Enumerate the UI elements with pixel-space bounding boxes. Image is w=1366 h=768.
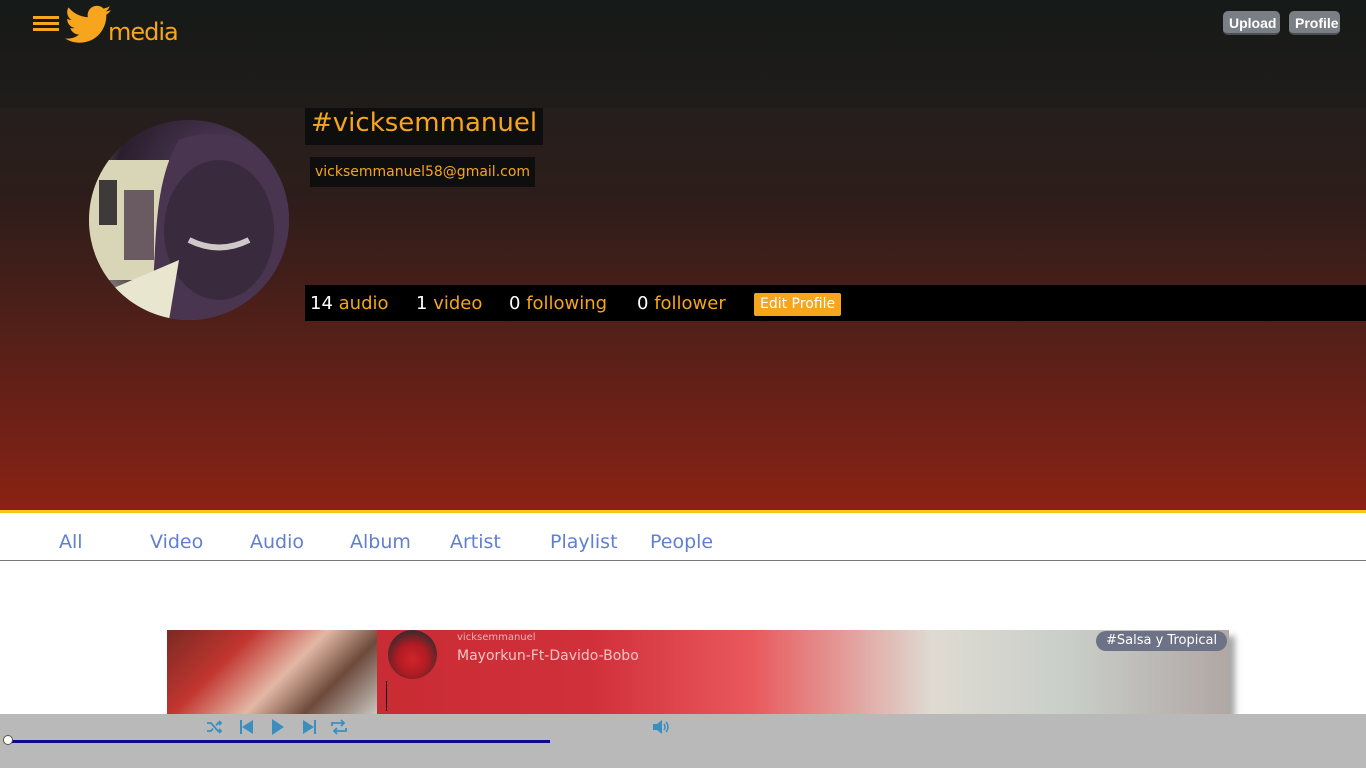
top-bar: media Upload Profile [0, 0, 1366, 108]
content-tabs: All Video Audio Album Artist Playlist Pe… [0, 510, 1366, 561]
edit-profile-button[interactable]: Edit Profile [754, 293, 842, 316]
avatar-photo [89, 133, 289, 320]
track-divider [386, 681, 387, 711]
profile-stats-bar: 14 audio 1 video 0 following 0 follower … [305, 285, 1366, 321]
progress-bar[interactable] [8, 740, 550, 743]
progress-handle[interactable] [3, 735, 13, 745]
previous-icon[interactable] [237, 718, 257, 736]
stat-following[interactable]: 0 following [509, 293, 607, 314]
stat-video[interactable]: 1 video [416, 293, 482, 314]
avatar [89, 120, 289, 320]
track-cover-image[interactable] [167, 630, 377, 714]
tab-audio[interactable]: Audio [250, 531, 304, 553]
tab-video[interactable]: Video [150, 531, 203, 553]
tab-all[interactable]: All [59, 531, 83, 553]
logo-text: media [108, 18, 179, 46]
volume-icon[interactable] [651, 718, 671, 736]
next-icon[interactable] [299, 718, 319, 736]
track-thumbnail[interactable] [388, 630, 437, 679]
stat-audio[interactable]: 14 audio [310, 293, 389, 314]
stat-video-count: 1 [416, 293, 428, 314]
stat-audio-count: 14 [310, 293, 333, 314]
track-artist[interactable]: vicksemmanuel [457, 632, 536, 643]
play-icon[interactable] [268, 718, 288, 736]
tab-people[interactable]: People [650, 531, 713, 553]
tab-artist[interactable]: Artist [450, 531, 501, 553]
app-logo[interactable]: media [64, 4, 179, 48]
audio-player [0, 714, 1366, 768]
repeat-icon[interactable] [329, 718, 349, 736]
track-title[interactable]: Mayorkun-Ft-Davido-Bobo [457, 648, 639, 664]
stat-follower-label: follower [654, 293, 726, 314]
profile-email: vicksemmanuel58@gmail.com [310, 157, 536, 187]
stat-follower-count: 0 [637, 293, 649, 314]
upload-button[interactable]: Upload [1223, 11, 1280, 35]
genre-badge[interactable]: #Salsa y Tropical [1096, 631, 1228, 651]
profile-button[interactable]: Profile [1289, 11, 1340, 35]
stat-following-label: following [526, 293, 608, 314]
tab-album[interactable]: Album [350, 531, 411, 553]
stat-video-label: video [433, 293, 483, 314]
shuffle-icon[interactable] [205, 718, 225, 736]
hamburger-menu-icon[interactable] [33, 16, 59, 32]
tab-playlist[interactable]: Playlist [550, 531, 618, 553]
stat-follower[interactable]: 0 follower [637, 293, 726, 314]
bird-icon [65, 5, 111, 43]
stat-following-count: 0 [509, 293, 521, 314]
profile-username: #vicksemmanuel [305, 108, 544, 145]
track-card[interactable]: vicksemmanuel Mayorkun-Ft-Davido-Bobo #S… [167, 630, 1229, 714]
profile-hero: media Upload Profile #vicksemmanuel vick… [0, 0, 1366, 510]
stat-audio-label: audio [338, 293, 389, 314]
